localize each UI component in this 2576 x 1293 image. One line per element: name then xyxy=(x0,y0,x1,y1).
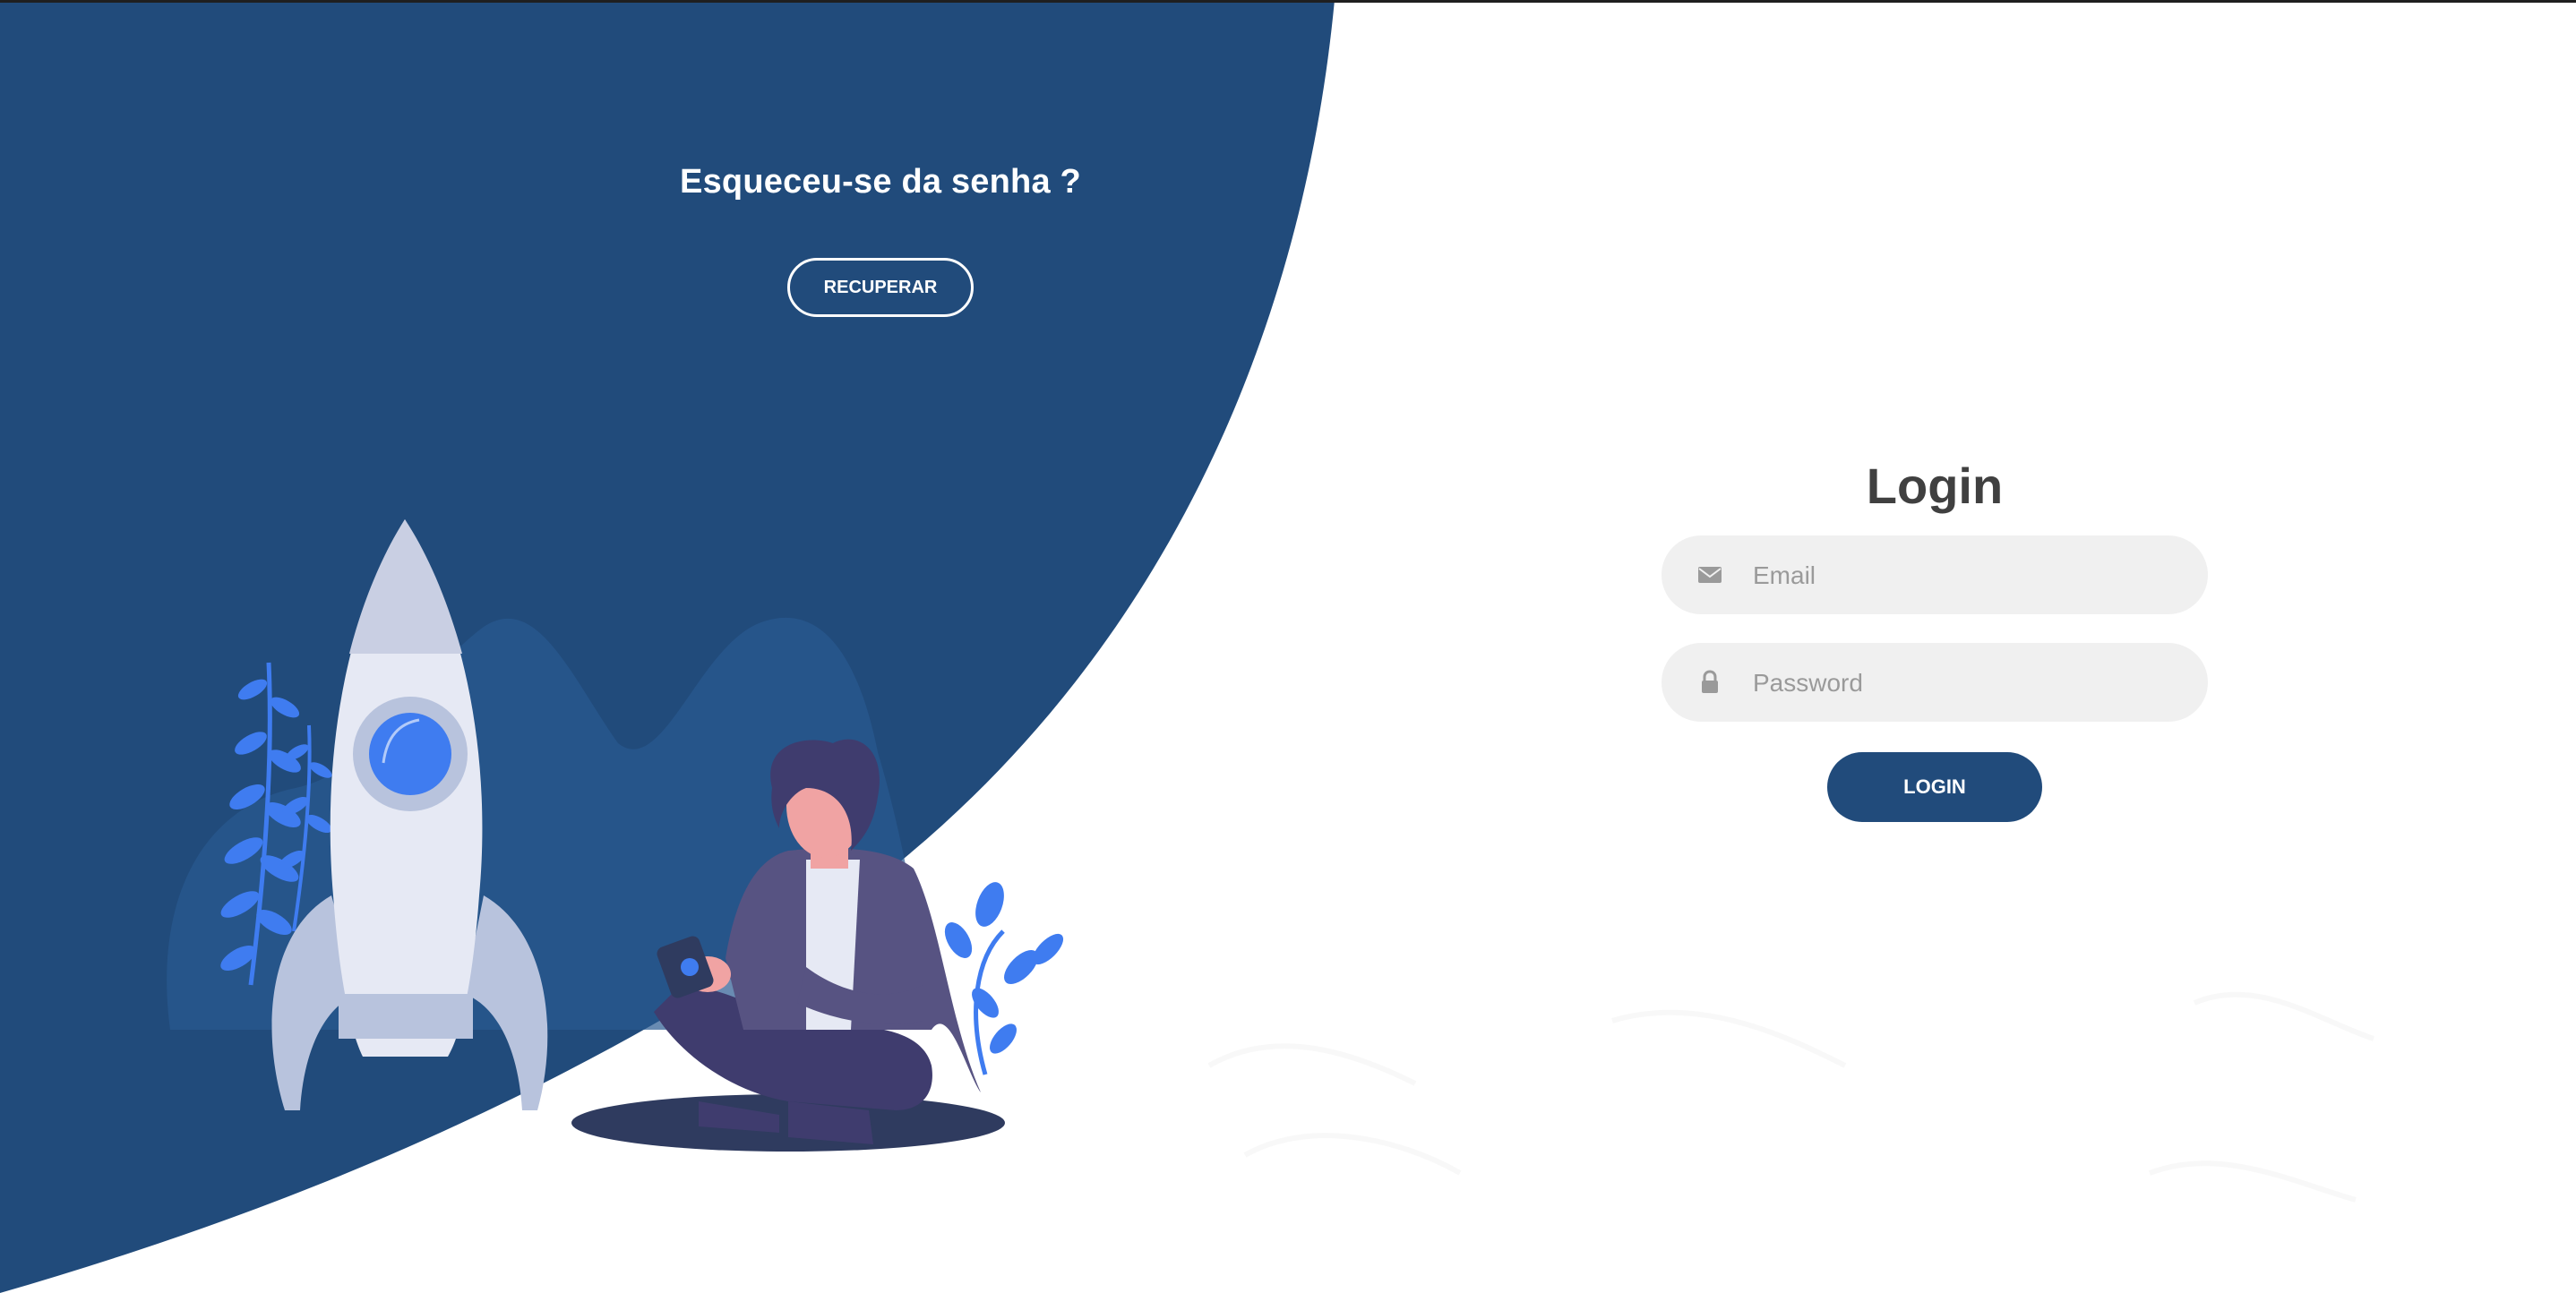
forgot-password-section: Esqueceu-se da senha ? RECUPERAR xyxy=(0,0,1326,1293)
password-field[interactable] xyxy=(1662,643,2208,724)
lock-icon xyxy=(1702,670,1718,693)
login-title: Login xyxy=(1866,458,2004,514)
envelope-icon xyxy=(1698,567,1722,583)
recover-button[interactable]: RECUPERAR xyxy=(787,258,974,317)
email-input[interactable] xyxy=(1751,535,2185,616)
forgot-password-title: Esqueceu-se da senha ? xyxy=(680,163,1081,201)
password-input[interactable] xyxy=(1751,643,2185,724)
faint-background-pattern xyxy=(1207,991,2374,1203)
login-page: Esqueceu-se da senha ? RECUPERAR Login L… xyxy=(0,0,2576,1293)
login-button[interactable]: LOGIN xyxy=(1827,752,2042,822)
email-field[interactable] xyxy=(1662,535,2208,616)
top-border xyxy=(0,0,2576,3)
